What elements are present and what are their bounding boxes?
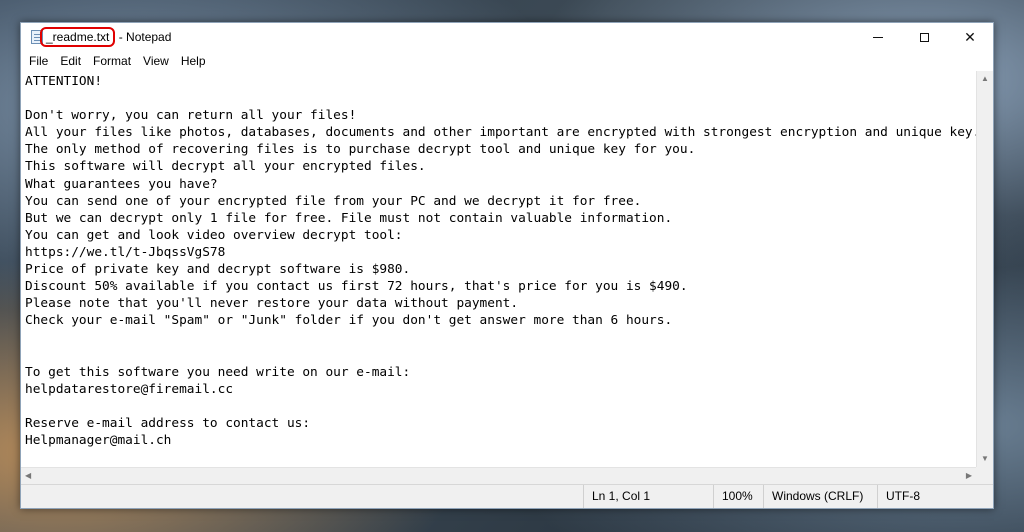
editor-line: Reserve e-mail address to contact us: [25, 415, 311, 431]
editor-line: You can get and look video overview decr… [25, 227, 403, 243]
title-app-name: - Notepad [115, 30, 172, 44]
scroll-left-icon[interactable]: ◀ [25, 472, 31, 480]
vertical-scrollbar[interactable]: ▲ ▼ [976, 71, 993, 467]
editor-line: Check your e-mail "Spam" or "Junk" folde… [25, 313, 673, 329]
menu-view[interactable]: View [137, 51, 175, 71]
cursor-position: Ln 1, Col 1 [583, 485, 713, 508]
minimize-button[interactable] [855, 23, 901, 51]
editor-line: All your files like photos, databases, d… [25, 125, 976, 141]
title-filename: _readme.txt [40, 27, 116, 47]
editor-content[interactable]: ATTENTION! Don't worry, you can return a… [21, 71, 976, 449]
notepad-window: _readme.txt - Notepad ✕ File Edit Format… [20, 22, 994, 509]
encoding: UTF-8 [877, 485, 993, 508]
menu-bar: File Edit Format View Help [21, 51, 993, 71]
maximize-icon [919, 32, 929, 42]
zoom-level: 100% [713, 485, 763, 508]
text-editor[interactable]: ATTENTION! Don't worry, you can return a… [21, 71, 976, 467]
editor-line: https://we.tl/t-JbqssVgS78 [25, 244, 226, 260]
editor-line: The only method of recovering files is t… [25, 142, 696, 158]
editor-line: This software will decrypt all your encr… [25, 159, 426, 175]
menu-edit[interactable]: Edit [54, 51, 87, 71]
editor-line: Helpmanager@mail.ch [25, 432, 172, 448]
title-bar[interactable]: _readme.txt - Notepad ✕ [21, 23, 993, 51]
editor-line: helpdatarestore@firemail.cc [25, 381, 234, 397]
scroll-right-icon[interactable]: ▶ [966, 472, 972, 480]
menu-file[interactable]: File [23, 51, 54, 71]
scroll-up-icon[interactable]: ▲ [981, 75, 989, 83]
minimize-icon [873, 36, 883, 38]
close-button[interactable]: ✕ [947, 23, 993, 51]
editor-line: Discount 50% available if you contact us… [25, 279, 688, 295]
maximize-button[interactable] [901, 23, 947, 51]
editor-line: Price of private key and decrypt softwar… [25, 262, 411, 278]
editor-line: But we can decrypt only 1 file for free.… [25, 210, 673, 226]
status-bar: Ln 1, Col 1 100% Windows (CRLF) UTF-8 [21, 484, 993, 508]
editor-line: Please note that you'll never restore yo… [25, 296, 519, 312]
scrollbar-corner [976, 467, 993, 484]
editor-line: ATTENTION! [25, 74, 103, 89]
close-icon: ✕ [964, 28, 976, 45]
window-title: _readme.txt - Notepad [40, 27, 172, 47]
editor-line: To get this software you need write on o… [25, 364, 411, 380]
menu-format[interactable]: Format [87, 51, 137, 71]
editor-line: You can send one of your encrypted file … [25, 193, 642, 209]
horizontal-scrollbar[interactable]: ◀ ▶ [21, 467, 976, 484]
scroll-down-icon[interactable]: ▼ [981, 455, 989, 463]
editor-line: What guarantees you have? [25, 176, 218, 192]
menu-help[interactable]: Help [175, 51, 212, 71]
editor-line: Don't worry, you can return all your fil… [25, 108, 357, 124]
line-ending: Windows (CRLF) [763, 485, 877, 508]
